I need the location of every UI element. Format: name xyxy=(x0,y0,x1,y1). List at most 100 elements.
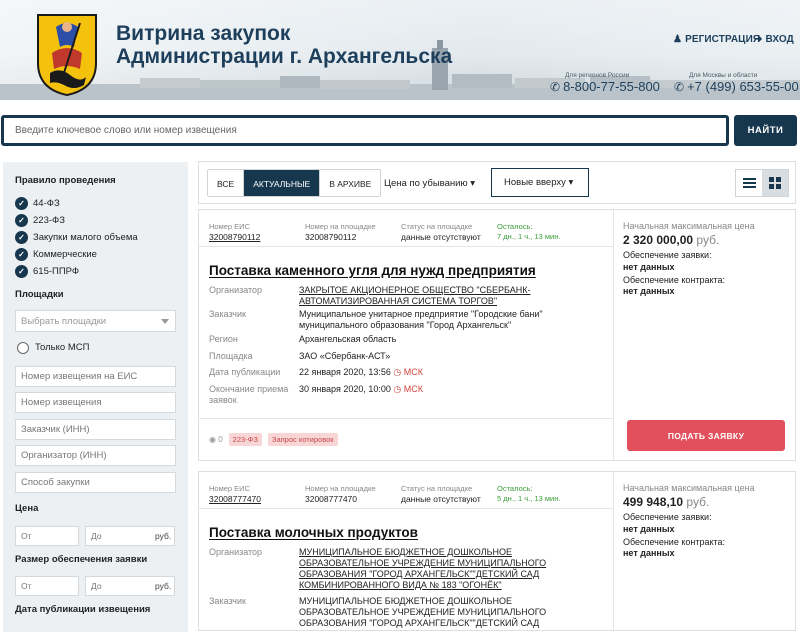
clock-icon: ◷ xyxy=(393,384,402,394)
check-icon: ✓ xyxy=(15,214,28,227)
check-icon: ✓ xyxy=(15,265,28,278)
eis-number-link[interactable]: 32008777470 xyxy=(209,494,261,504)
nmc-currency: руб. xyxy=(696,233,720,247)
search-input[interactable] xyxy=(1,115,729,146)
check-icon: ✓ xyxy=(15,248,28,261)
timezone-label: МСК xyxy=(403,367,424,377)
rule-label: 615-ППРФ xyxy=(33,266,80,277)
tab-actual[interactable]: АКТУАЛЬНЫЕ xyxy=(243,170,320,196)
apply-button[interactable]: ПОДАТЬ ЗАЯВКУ xyxy=(627,420,785,451)
end-date-text: 30 января 2020, 10:00 xyxy=(299,384,391,394)
security-title: Размер обеспечения заявки xyxy=(15,554,148,565)
remaining-time: 7 дн., 1 ч., 13 мин. xyxy=(497,232,561,241)
platform-number: 32008790112 xyxy=(305,232,357,242)
rule-label: Закупки малого объема xyxy=(33,232,138,243)
nmc-price: 499 948,10 руб. xyxy=(623,495,709,509)
end-date-value: 30 января 2020, 10:00 ◷ МСК xyxy=(299,384,423,395)
timezone-label: МСК xyxy=(403,384,424,394)
search-button[interactable]: НАЙТИ xyxy=(734,115,797,146)
login-link[interactable]: ➜ ВХОД xyxy=(754,34,794,45)
platform-number: 32008777470 xyxy=(305,494,358,504)
organizer-link[interactable]: ЗАКРЫТОЕ АКЦИОНЕРНОЕ ОБЩЕСТВО "СБЕРБАНК-… xyxy=(299,285,539,307)
site-title: Витрина закупок Администрации г. Арханге… xyxy=(116,22,452,68)
nmc-caption: Начальная максимальная цена xyxy=(623,221,755,231)
region-label: Регион xyxy=(209,334,238,344)
list-icon xyxy=(742,178,756,188)
tab-all[interactable]: ВСЕ xyxy=(208,170,243,196)
tender-title-link[interactable]: Поставка молочных продуктов xyxy=(209,525,418,540)
clock-icon: ◷ xyxy=(393,367,402,377)
phone-icon: ✆ xyxy=(550,80,561,94)
nmc-price-value: 499 948,10 xyxy=(623,495,684,509)
bid-security-label: Обеспечение заявки: xyxy=(623,250,712,260)
pubdate-title: Дата публикации извещения xyxy=(15,604,151,615)
procedure-type-tag: Запрос котировок xyxy=(267,433,338,446)
platform-value: ЗАО «Сбербанк-АСТ» xyxy=(299,351,391,361)
tender-title-link[interactable]: Поставка каменного угля для нужд предпри… xyxy=(209,263,536,278)
phone-moscow[interactable]: ✆ +7 (499) 653-55-00 xyxy=(674,79,799,94)
platform-number-caption: Номер на площадке xyxy=(305,484,376,493)
sort-by-price-dropdown[interactable]: Цена по убыванию ▾ xyxy=(384,178,475,189)
rule-checkbox-223fz[interactable]: ✓ 223-ФЗ xyxy=(15,214,65,227)
remaining-caption: Осталось: xyxy=(497,484,533,493)
rule-checkbox-44fz[interactable]: ✓ 44-ФЗ xyxy=(15,197,60,210)
site-title-line-1: Витрина закупок xyxy=(116,22,291,45)
city-coat-of-arms-icon[interactable] xyxy=(36,13,98,97)
contract-security-label: Обеспечение контракта: xyxy=(623,537,726,547)
phone-regions[interactable]: ✆ 8-800-77-55-800 xyxy=(550,79,660,94)
list-view-button[interactable] xyxy=(736,170,762,196)
rule-checkbox-small-volume[interactable]: ✓ Закупки малого объема xyxy=(15,231,138,244)
eis-number-input[interactable] xyxy=(15,366,176,387)
security-from-input[interactable] xyxy=(15,576,79,596)
register-link[interactable]: ♟ РЕГИСТРАЦИЯ xyxy=(673,34,760,45)
grid-view-button[interactable] xyxy=(762,170,788,196)
contract-security-label: Обеспечение контракта: xyxy=(623,275,726,285)
price-from-input[interactable] xyxy=(15,526,79,546)
contract-security-value: нет данных xyxy=(623,548,675,558)
tab-archive[interactable]: В АРХИВЕ xyxy=(319,170,380,196)
rule-checkbox-commercial[interactable]: ✓ Коммерческие xyxy=(15,248,97,261)
nmc-price: 2 320 000,00 руб. xyxy=(623,233,719,247)
tender-card: Номер ЕИС 32008777470 Номер на площадке … xyxy=(198,471,796,631)
platform-number-caption: Номер на площадке xyxy=(305,222,376,231)
views-count: 0 xyxy=(218,435,223,444)
rule-checkbox-615pprf[interactable]: ✓ 615-ППРФ xyxy=(15,265,79,278)
customer-label: Заказчик xyxy=(209,309,246,319)
phone-regions-number: 8-800-77-55-800 xyxy=(563,79,660,94)
phone-regions-caption: Для регионов России xyxy=(565,72,630,79)
platform-status-caption: Статус на площадке xyxy=(401,222,473,231)
organizer-label: Организатор xyxy=(209,547,263,557)
rules-title: Правило проведения xyxy=(15,175,116,186)
customer-value: МУНИЦИПАЛЬНОЕ БЮДЖЕТНОЕ ДОШКОЛЬНОЕ ОБРАЗ… xyxy=(299,596,547,628)
organizer-link[interactable]: МУНИЦИПАЛЬНОЕ БЮДЖЕТНОЕ ДОШКОЛЬНОЕ ОБРАЗ… xyxy=(299,547,559,591)
contract-security-value: нет данных xyxy=(623,286,675,296)
remaining-caption: Осталось: xyxy=(497,222,533,231)
price-title: Цена xyxy=(15,503,39,514)
platform-status-caption: Статус на площадке xyxy=(401,484,473,493)
region-value: Архангельская область xyxy=(299,334,397,344)
rule-label: Коммерческие xyxy=(33,249,97,260)
platform-label: Площадка xyxy=(209,351,253,361)
bid-security-label: Обеспечение заявки: xyxy=(623,512,712,522)
customer-inn-input[interactable] xyxy=(15,419,176,440)
smp-only-label: Только МСП xyxy=(35,342,90,353)
user-plus-icon: ♟ xyxy=(673,34,683,45)
sort-by-date-dropdown[interactable]: Новые вверху ▾ xyxy=(491,168,589,197)
smp-only-radio[interactable] xyxy=(17,342,29,354)
views-icon: ◉ xyxy=(209,435,216,444)
platforms-select[interactable]: Выбрать площадки xyxy=(15,310,176,332)
end-date-label: Окончание приема заявок xyxy=(209,384,289,405)
eis-number-caption: Номер ЕИС xyxy=(209,484,250,493)
price-currency-label: руб. xyxy=(155,531,172,541)
nmc-caption: Начальная максимальная цена xyxy=(623,483,755,493)
procurement-method-input[interactable] xyxy=(15,472,176,493)
organizer-inn-input[interactable] xyxy=(15,445,176,466)
rule-label: 44-ФЗ xyxy=(33,198,60,209)
status-tabs: ВСЕ АКТУАЛЬНЫЕ В АРХИВЕ xyxy=(207,169,382,197)
notice-number-input[interactable] xyxy=(15,392,176,413)
eis-number-link[interactable]: 32008790112 xyxy=(209,232,260,242)
customer-label: Заказчик xyxy=(209,596,246,606)
platforms-select-placeholder: Выбрать площадки xyxy=(21,316,107,327)
rule-label: 223-ФЗ xyxy=(33,215,65,226)
grid-icon xyxy=(769,177,781,189)
